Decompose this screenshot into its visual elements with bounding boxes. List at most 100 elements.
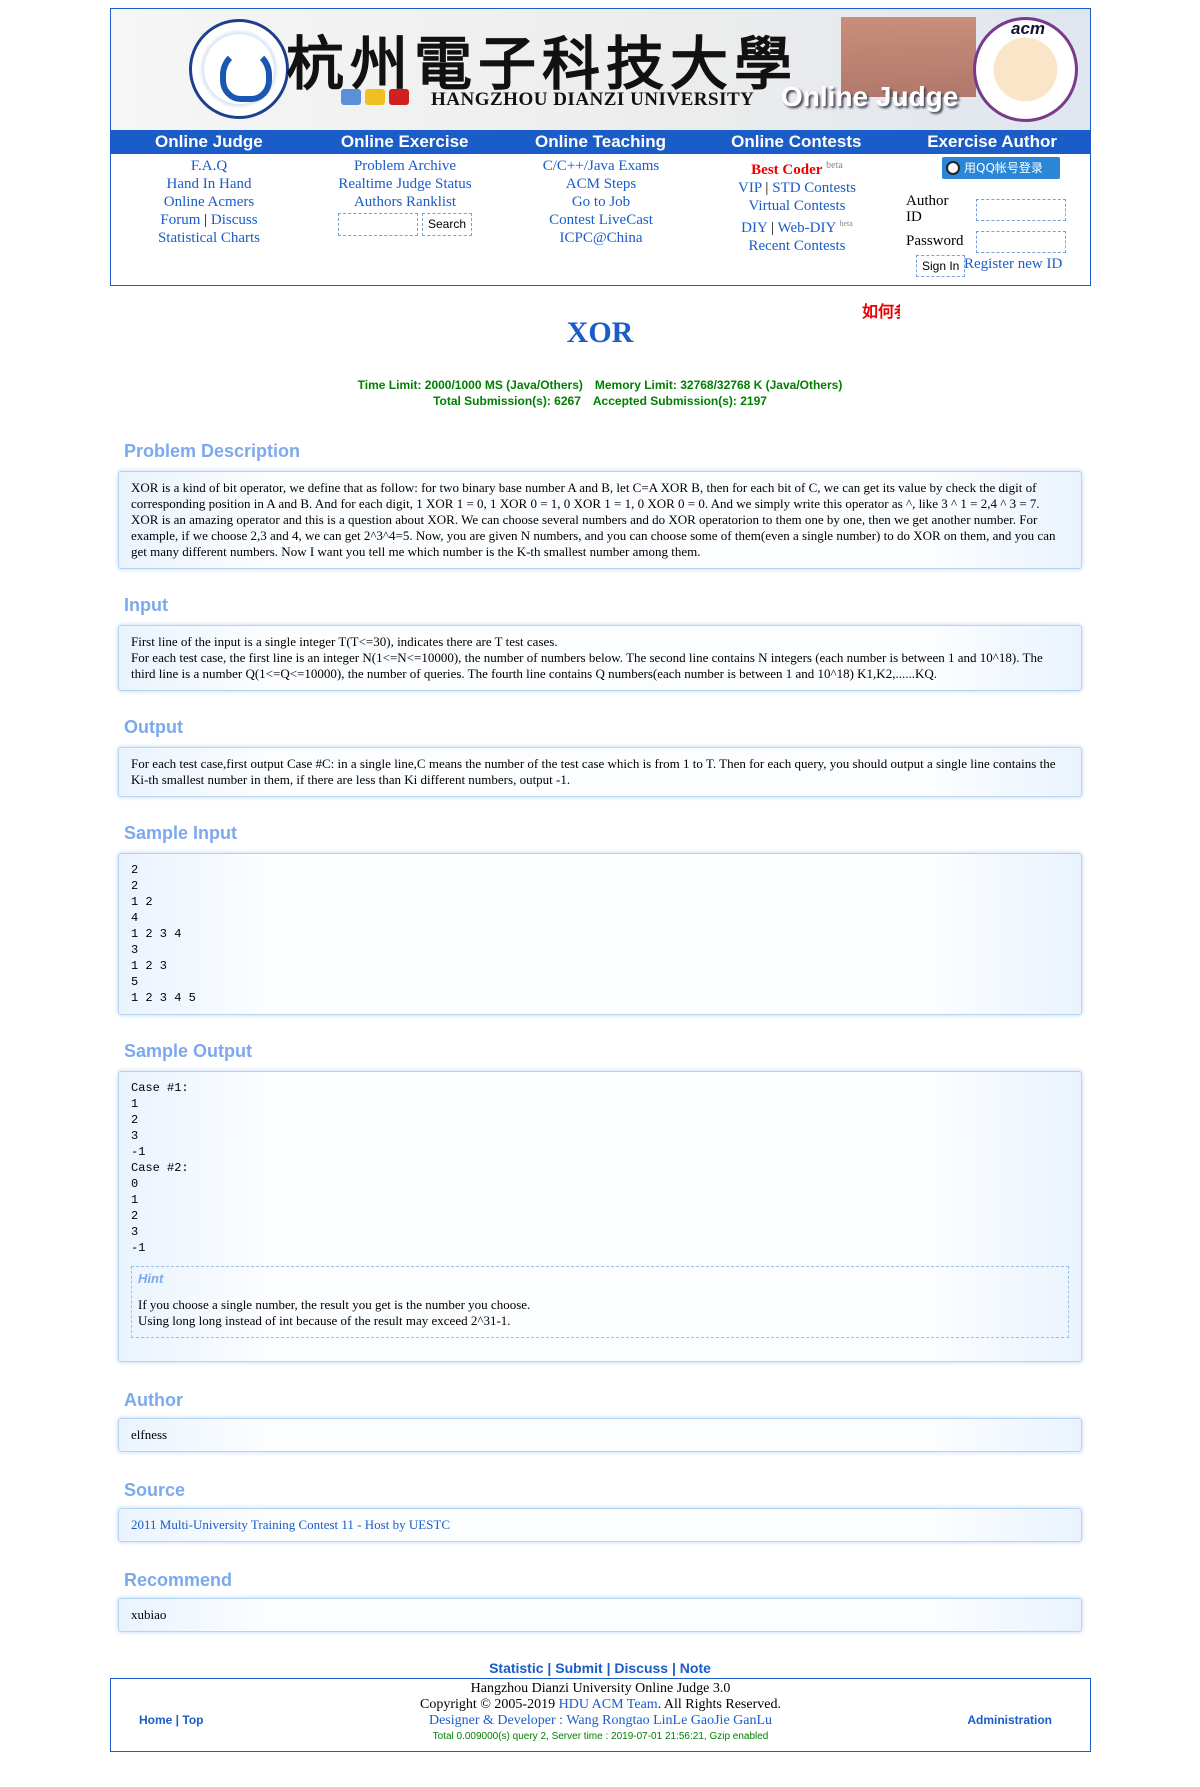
footer-line-1: Hangzhou Dianzi University Online Judge …: [470, 1681, 731, 1696]
input-line-1: First line of the input is a single inte…: [131, 634, 558, 649]
site-header: 杭州電子科技大學 HANGZHOU DIANZI UNIVERSITY Onli…: [110, 8, 1091, 286]
nav-online-teaching[interactable]: Online Teaching: [503, 130, 699, 154]
qq-login-button[interactable]: 用QQ帐号登录: [942, 157, 1060, 179]
note-link[interactable]: Note: [680, 1660, 711, 1676]
link-realtime-status[interactable]: Realtime Judge Status: [338, 176, 471, 192]
section-title-sample-input: Sample Input: [124, 823, 238, 843]
password-label: Password: [906, 233, 964, 249]
author-id-label: Author ID: [906, 193, 949, 225]
hint-label: Hint: [138, 1271, 164, 1286]
link-std-contests[interactable]: STD Contests: [772, 180, 856, 196]
badge-icon: [389, 89, 409, 105]
banner: 杭州電子科技大學 HANGZHOU DIANZI UNIVERSITY Onli…: [111, 9, 1090, 130]
section-title-author: Author: [124, 1390, 183, 1410]
submit-link[interactable]: Submit: [555, 1660, 602, 1676]
section-title-source: Source: [124, 1480, 186, 1500]
link-virtual-contests[interactable]: Virtual Contests: [748, 198, 845, 214]
badge-icon: [341, 89, 361, 105]
link-icpc-china[interactable]: ICPC@China: [560, 230, 643, 246]
hint-box: Hint If you choose a single number, the …: [131, 1266, 1069, 1338]
section-title-output: Output: [124, 717, 183, 737]
accepted-submissions: Accepted Submission(s): 2197: [592, 394, 767, 408]
problem-title: XOR: [566, 316, 634, 349]
link-go-to-job[interactable]: Go to Job: [572, 194, 630, 210]
login-panel: 用QQ帐号登录 Author ID Password Sign In Regis…: [906, 157, 1086, 277]
link-forum[interactable]: Forum: [160, 212, 200, 228]
sign-in-button[interactable]: Sign In: [916, 255, 966, 277]
qq-icon: [946, 161, 960, 175]
sample-output-panel: Case #1: 1 2 3 -1 Case #2: 0 1 2 3 -1 Hi…: [118, 1071, 1082, 1362]
footer-rights: . All Rights Reserved.: [657, 1697, 781, 1712]
footer-info: Hangzhou Dianzi University Online Judge …: [111, 1681, 1090, 1745]
beta-tag: beta: [839, 219, 853, 228]
main-nav: Online Judge Online Exercise Online Teac…: [111, 130, 1090, 154]
acm-logo-text: acm: [1011, 19, 1046, 38]
problem-limits: Time Limit: 2000/1000 MS (Java/Others) Me…: [0, 377, 1200, 409]
online-judge-title: Online Judge: [781, 81, 959, 112]
nav-online-judge[interactable]: Online Judge: [111, 130, 307, 154]
source-panel: 2011 Multi-University Training Contest 1…: [118, 1508, 1082, 1542]
nav-col-judge: F.A.Q Hand In Hand Online Acmers Forum |…: [157, 158, 261, 246]
description-panel: XOR is a kind of bit operator, we define…: [118, 471, 1082, 569]
link-online-acmers[interactable]: Online Acmers: [164, 194, 254, 210]
sample-input-panel[interactable]: 2 2 1 2 4 1 2 3 4 3 1 2 3 5 1 2 3 4 5: [118, 853, 1082, 1015]
badge-icon: [365, 89, 385, 105]
author-id-input[interactable]: [976, 199, 1066, 221]
link-contest-livecast[interactable]: Contest LiveCast: [549, 212, 653, 228]
problem-actions: Statistic | Submit | Discuss | Note: [489, 1660, 711, 1676]
administration-link[interactable]: Administration: [967, 1713, 1052, 1727]
site-footer: Home | Top Hangzhou Dianzi University On…: [110, 1678, 1091, 1752]
hint-line-1: If you choose a single number, the resul…: [138, 1297, 531, 1312]
link-recent-contests[interactable]: Recent Contests: [748, 238, 845, 254]
total-submissions: Total Submission(s): 6267: [433, 394, 581, 408]
university-name-en: HANGZHOU DIANZI UNIVERSITY: [431, 89, 755, 110]
footer-admin: Administration: [967, 1713, 1052, 1727]
nav-online-contests[interactable]: Online Contests: [698, 130, 894, 154]
search-button[interactable]: Search: [421, 213, 473, 236]
qq-login-label: 用QQ帐号登录: [964, 161, 1043, 175]
password-input[interactable]: [976, 231, 1066, 253]
section-title-sample-output: Sample Output: [124, 1041, 253, 1061]
link-vip[interactable]: VIP: [738, 180, 762, 196]
problem-search-input[interactable]: [337, 213, 418, 236]
nav-online-exercise[interactable]: Online Exercise: [307, 130, 503, 154]
link-web-diy[interactable]: Web-DIY: [778, 220, 836, 236]
beta-tag: beta: [826, 160, 843, 171]
memory-limit: Memory Limit: 32768/32768 K (Java/Others…: [594, 378, 843, 392]
link-best-coder[interactable]: Best Coder: [751, 162, 822, 178]
sample-output[interactable]: Case #1: 1 2 3 -1 Case #2: 0 1 2 3 -1: [131, 1080, 1069, 1256]
hdu-logo: [189, 19, 289, 119]
link-statistical-charts[interactable]: Statistical Charts: [158, 230, 260, 246]
nav-col-contests: Best Coder beta VIP | STD Contests Virtu…: [738, 160, 856, 254]
nav-exercise-author[interactable]: Exercise Author: [894, 130, 1090, 154]
input-line-2: For each test case, the first line is an…: [131, 650, 1043, 681]
statistic-link[interactable]: Statistic: [489, 1660, 543, 1676]
register-link[interactable]: Register new ID: [964, 256, 1062, 273]
link-acm-steps[interactable]: ACM Steps: [566, 176, 636, 192]
banner-badges: [341, 89, 409, 105]
link-hand-in-hand[interactable]: Hand In Hand: [167, 176, 252, 192]
link-authors-ranklist[interactable]: Authors Ranklist: [354, 194, 456, 210]
input-panel: First line of the input is a single inte…: [118, 625, 1082, 691]
section-title-description: Problem Description: [124, 441, 301, 461]
section-title-recommend: Recommend: [124, 1570, 233, 1590]
author-panel: elfness: [118, 1418, 1082, 1452]
discuss-link[interactable]: Discuss: [614, 1660, 668, 1676]
source-link[interactable]: 2011 Multi-University Training Contest 1…: [131, 1517, 450, 1532]
nav-col-teaching: C/C++/Java Exams ACM Steps Go to Job Con…: [503, 157, 699, 247]
footer-stats: Total 0.009000(s) query 2, Server time :…: [432, 1731, 769, 1742]
hint-line-2: Using long long instead of int because o…: [138, 1313, 511, 1328]
output-panel: For each test case,first output Case #C:…: [118, 747, 1082, 797]
link-exams[interactable]: C/C++/Java Exams: [543, 158, 660, 174]
nav-col-exercise: Problem Archive Realtime Judge Status Au…: [307, 157, 503, 236]
section-title-input: Input: [124, 595, 168, 615]
footer-team-link[interactable]: HDU ACM Team: [559, 1697, 658, 1712]
footer-copyright: Copyright © 2005-2019: [420, 1697, 556, 1712]
link-discuss[interactable]: Discuss: [211, 212, 258, 228]
link-faq[interactable]: F.A.Q: [191, 158, 227, 174]
recommend-panel: xubiao: [118, 1598, 1082, 1632]
link-problem-archive[interactable]: Problem Archive: [354, 158, 456, 174]
footer-designer: Designer & Developer : Wang Rongtao LinL…: [428, 1713, 773, 1728]
link-diy[interactable]: DIY: [741, 220, 767, 236]
time-limit: Time Limit: 2000/1000 MS (Java/Others): [357, 378, 583, 392]
